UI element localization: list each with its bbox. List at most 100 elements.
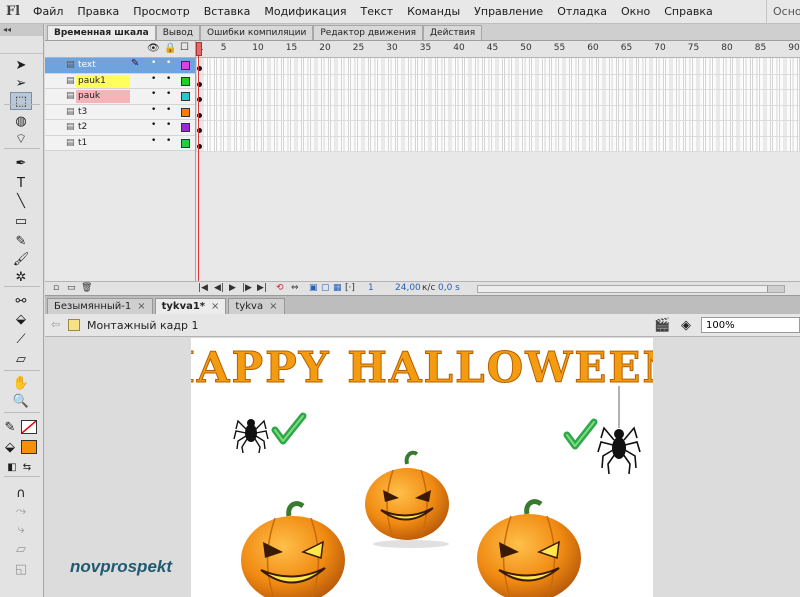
playhead-handle[interactable] [196, 42, 202, 56]
3d-rotation-tool-icon[interactable]: ◍ [10, 112, 32, 130]
bone-tool-icon[interactable]: ⚯ [10, 292, 32, 310]
menu-item-window[interactable]: Окно [614, 5, 657, 18]
tab-compiler-errors[interactable]: Ошибки компиляции [200, 25, 314, 40]
layer-row-text[interactable]: ▤ text ✎ • • [45, 58, 195, 74]
visibility-dot[interactable]: • [151, 74, 156, 84]
tab-output[interactable]: Вывод [155, 25, 201, 40]
edit-scene-icon[interactable]: 🎬 [654, 318, 670, 333]
layer-name[interactable]: t3 [76, 106, 89, 119]
go-first-frame-icon[interactable]: |◀ [198, 283, 208, 293]
paint-bucket-tool-icon[interactable]: ⬙ [10, 310, 32, 328]
layer-name[interactable]: pauk1 [76, 74, 130, 88]
smooth-icon[interactable]: ⤳ [10, 502, 32, 520]
close-tab-icon[interactable]: × [137, 301, 145, 312]
layer-outline-color[interactable] [181, 61, 190, 70]
step-forward-icon[interactable]: |▶ [242, 283, 252, 293]
layer-outline-color[interactable] [181, 138, 190, 148]
workspace-switcher[interactable]: Осно [766, 0, 800, 24]
fill-color-swatch[interactable] [21, 440, 37, 454]
onion-markers-icon[interactable]: [·] [345, 283, 355, 293]
tab-document-untitled[interactable]: Безымянный-1 × [47, 298, 153, 314]
onion-skin-icon[interactable]: ▣ [309, 283, 318, 293]
line-tool-icon[interactable]: ╲ [10, 192, 32, 210]
onion-outlines-icon[interactable]: ▢ [321, 283, 330, 293]
layer-name[interactable]: t1 [76, 137, 89, 150]
delete-layer-icon[interactable]: 🗑 [81, 283, 92, 293]
rectangle-tool-icon[interactable]: ▭ [10, 212, 32, 230]
hand-tool-icon[interactable]: ✋ [10, 374, 32, 392]
lock-dot[interactable]: • [166, 74, 171, 84]
layer-row-t1[interactable]: ▤ t1 • • [45, 135, 195, 151]
play-icon[interactable]: ▶ [229, 283, 236, 293]
free-transform-tool-icon[interactable]: ⬚ [10, 92, 32, 110]
menu-item-edit[interactable]: Правка [70, 5, 126, 18]
layer-row-t3[interactable]: ▤ t3 • • [45, 104, 195, 120]
frame-grid[interactable] [196, 58, 800, 152]
back-arrow-icon[interactable]: ⇦ [51, 318, 60, 331]
panel-grip[interactable] [0, 36, 43, 54]
frame-rate[interactable]: 24,00 [395, 283, 421, 293]
layer-row-t2[interactable]: ▤ t2 • • [45, 120, 195, 136]
layer-outline-color[interactable] [181, 76, 190, 86]
visibility-dot[interactable]: • [151, 120, 156, 130]
close-tab-icon[interactable]: × [211, 301, 219, 312]
frames-area[interactable]: 151015202530354045505560657075808590 [195, 41, 800, 281]
menu-item-control[interactable]: Управление [467, 5, 550, 18]
lock-dot[interactable]: • [166, 136, 171, 146]
menu-item-help[interactable]: Справка [657, 5, 719, 18]
timeline-scroll-thumb[interactable] [478, 286, 768, 292]
menu-item-view[interactable]: Просмотр [126, 5, 196, 18]
menu-item-insert[interactable]: Вставка [197, 5, 258, 18]
selection-tool-icon[interactable]: ➤ [10, 56, 32, 74]
go-last-frame-icon[interactable]: ▶| [257, 283, 267, 293]
lasso-tool-icon[interactable]: ⌔ [10, 130, 32, 148]
pencil-tool-icon[interactable]: ✎ [10, 232, 32, 250]
text-tool-icon[interactable]: T [10, 174, 32, 192]
layer-row-pauk[interactable]: ▤ pauk • • [45, 89, 195, 105]
frame-ruler[interactable]: 151015202530354045505560657075808590 [196, 41, 800, 58]
stage[interactable]: HAPPY HALLOWEEN [191, 338, 653, 597]
zoom-tool-icon[interactable]: 🔍 [10, 392, 32, 410]
layer-name[interactable]: text [76, 59, 98, 72]
layer-outline-color[interactable] [181, 123, 190, 132]
snap-magnet-icon[interactable]: ∩ [10, 484, 32, 502]
eraser-tool-icon[interactable]: ▱ [10, 350, 32, 368]
tab-document-tykva[interactable]: tykva × [228, 298, 285, 314]
layer-outline-color[interactable] [181, 92, 190, 101]
eyedropper-tool-icon[interactable]: ⟋ [10, 330, 32, 348]
deco-tool-icon[interactable]: ✲ [10, 268, 32, 286]
menu-item-modify[interactable]: Модификация [257, 5, 353, 18]
tab-document-tykva1[interactable]: tykva1* × [154, 298, 227, 314]
straighten-icon[interactable]: ⤷ [10, 520, 32, 538]
lock-dot[interactable]: • [166, 58, 171, 68]
visibility-dot[interactable]: • [151, 89, 156, 99]
tab-timeline[interactable]: Временная шкала [47, 25, 156, 40]
show-hide-all-icon[interactable]: 👁 [147, 43, 160, 54]
pen-tool-icon[interactable]: ✒ [10, 154, 32, 172]
option-icon-a[interactable]: ▱ [10, 540, 32, 558]
layer-name[interactable]: pauk [76, 90, 130, 103]
brush-tool-icon[interactable]: 🖌 [10, 250, 32, 268]
new-layer-icon[interactable]: ▫ [53, 283, 59, 293]
collapse-panel-icon[interactable]: ◂◂ [0, 24, 43, 36]
center-frame-icon[interactable]: ⇔ [291, 283, 299, 293]
playhead[interactable] [196, 41, 202, 281]
tab-motion-editor[interactable]: Редактор движения [313, 25, 423, 40]
lock-dot[interactable]: • [166, 89, 171, 99]
menu-item-text[interactable]: Текст [354, 5, 401, 18]
scene-label[interactable]: Монтажный кадр 1 [87, 319, 198, 332]
layer-name[interactable]: t2 [76, 121, 89, 134]
stage-pasteboard[interactable]: HAPPY HALLOWEEN [45, 338, 800, 597]
edit-symbol-icon[interactable]: ◈ [681, 318, 691, 333]
step-back-icon[interactable]: ◀| [214, 283, 224, 293]
lock-all-icon[interactable]: 🔒 [164, 43, 176, 54]
timeline-scrollbar[interactable] [477, 285, 785, 293]
lock-dot[interactable]: • [166, 120, 171, 130]
menu-item-commands[interactable]: Команды [400, 5, 467, 18]
option-icon-b[interactable]: ◱ [10, 560, 32, 578]
new-folder-icon[interactable]: ▭ [67, 283, 76, 293]
outline-all-icon[interactable]: ☐ [180, 42, 189, 53]
stroke-color-swatch[interactable] [21, 420, 37, 434]
layer-row-pauk1[interactable]: ▤ pauk1 • • [45, 73, 195, 89]
swap-colors-icon[interactable]: ⇆ [20, 458, 34, 476]
